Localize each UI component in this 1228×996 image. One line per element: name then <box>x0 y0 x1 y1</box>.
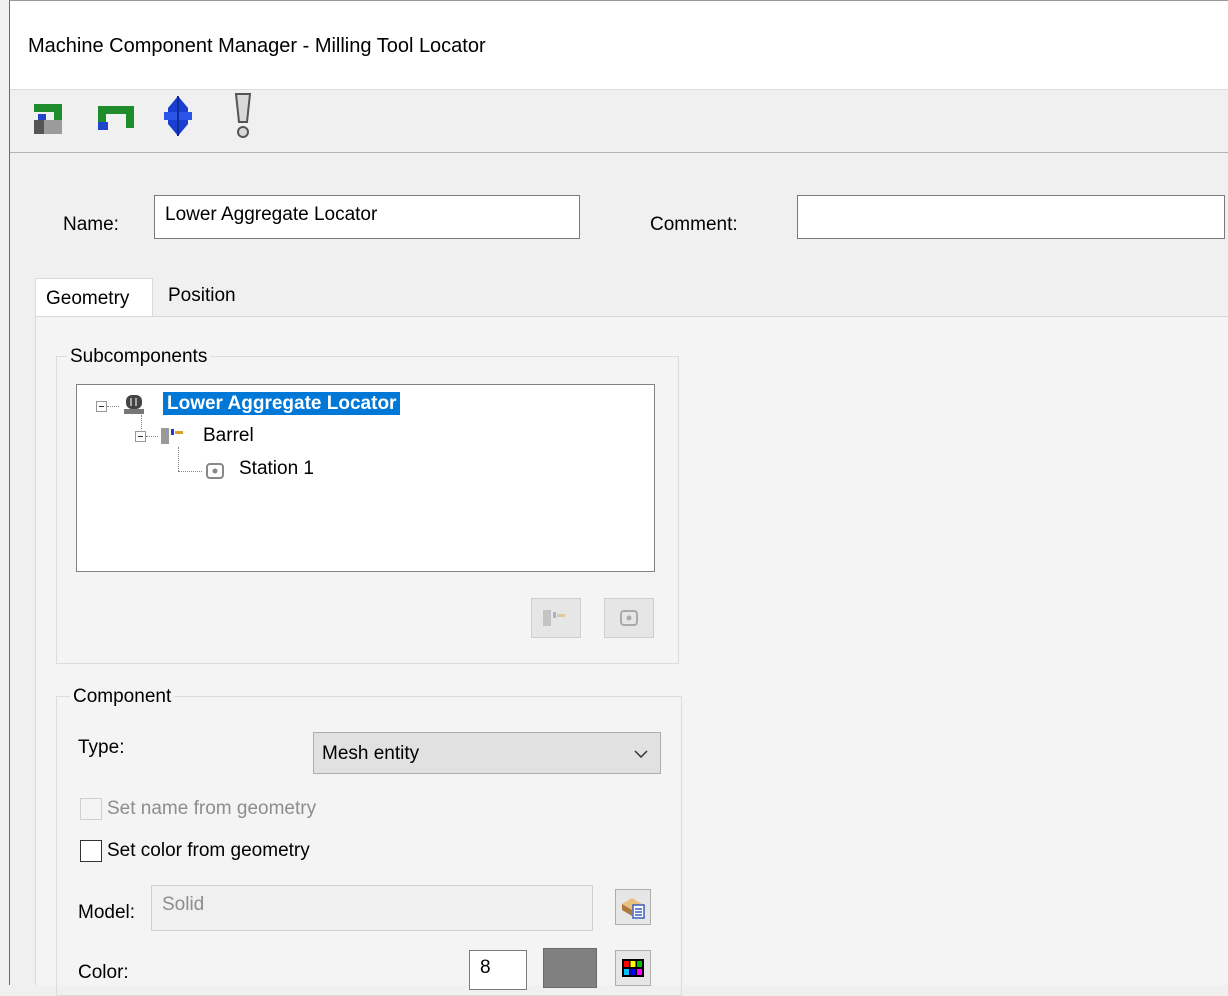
set-name-label: Set name from geometry <box>107 798 317 819</box>
barrel-icon <box>543 610 565 626</box>
collapse-root-toggle[interactable] <box>96 401 107 412</box>
color-index-input[interactable]: 8 <box>469 950 527 990</box>
subcomponents-title: Subcomponents <box>67 346 211 368</box>
model-library-icon <box>622 898 645 919</box>
type-select-value: Mesh entity <box>322 743 420 764</box>
barrel-icon <box>161 428 183 444</box>
green-frame-button[interactable] <box>30 90 70 142</box>
color-palette-icon <box>622 959 644 977</box>
locator-icon <box>124 395 144 414</box>
tree-connector <box>178 447 179 471</box>
exclamation-icon <box>234 93 252 138</box>
set-color-label: Set color from geometry <box>107 840 310 861</box>
chevron-down-icon <box>634 750 648 759</box>
toolbar <box>10 90 1228 153</box>
type-label: Type: <box>78 737 125 758</box>
color-swatch[interactable] <box>543 948 597 988</box>
green-bracket-icon <box>98 106 134 130</box>
model-input[interactable]: Solid <box>151 885 593 931</box>
tree-item-root[interactable]: Lower Aggregate Locator <box>163 392 401 415</box>
tree-connector <box>178 471 202 472</box>
name-input[interactable]: Lower Aggregate Locator <box>154 195 580 239</box>
model-browse-button[interactable] <box>615 889 651 925</box>
blue-spindle-button[interactable] <box>158 90 198 142</box>
name-label: Name: <box>63 214 119 235</box>
green-frame-icon <box>34 104 62 134</box>
add-barrel-button[interactable] <box>531 598 581 638</box>
comment-input[interactable] <box>797 195 1225 239</box>
tree-connector <box>141 415 142 429</box>
set-color-checkbox[interactable] <box>80 840 102 862</box>
tab-position[interactable]: Position <box>168 285 236 307</box>
station-icon <box>206 463 224 479</box>
exclamation-button[interactable] <box>222 90 262 142</box>
collapse-barrel-toggle[interactable] <box>135 431 146 442</box>
tree-connector <box>107 406 119 407</box>
subcomponents-tree[interactable]: Lower Aggregate Locator Barrel Station 1 <box>76 384 655 572</box>
add-station-button[interactable] <box>604 598 654 638</box>
tab-geometry[interactable]: Geometry <box>35 278 153 317</box>
tree-item-station[interactable]: Station 1 <box>239 458 314 480</box>
tree-item-barrel[interactable]: Barrel <box>203 425 254 447</box>
color-label: Color: <box>78 962 129 983</box>
window-title: Machine Component Manager - Milling Tool… <box>28 35 486 57</box>
blue-spindle-icon <box>164 96 192 136</box>
station-icon <box>620 610 638 626</box>
title-bar: Machine Component Manager - Milling Tool… <box>10 1 1228 90</box>
model-label: Model: <box>78 902 136 923</box>
component-title: Component <box>70 686 175 708</box>
tree-item-root-label: Lower Aggregate Locator <box>163 392 401 415</box>
comment-label: Comment: <box>650 214 738 235</box>
green-bracket-button[interactable] <box>94 90 134 142</box>
tree-connector <box>146 436 158 437</box>
color-palette-button[interactable] <box>615 950 651 986</box>
type-select[interactable]: Mesh entity <box>313 732 661 774</box>
set-name-checkbox[interactable] <box>80 798 102 820</box>
